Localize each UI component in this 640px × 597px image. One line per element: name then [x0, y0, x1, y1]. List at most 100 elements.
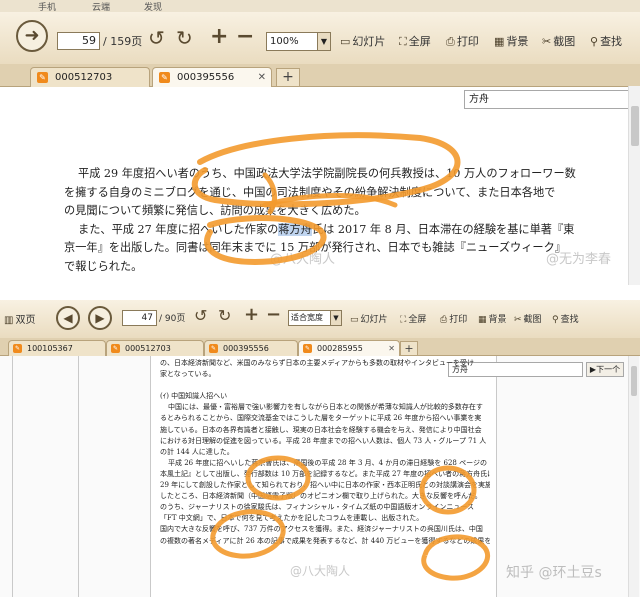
scrollbar-thumb[interactable] — [631, 106, 639, 146]
tab-document-active[interactable]: ✎ 000395556 ✕ — [152, 67, 272, 87]
print-icon: ⎙ — [440, 315, 448, 325]
page-number-input[interactable]: 59 — [57, 32, 100, 50]
search-input[interactable]: 方舟 — [464, 90, 630, 109]
zoom-out-icon[interactable]: − — [266, 304, 281, 325]
previous-page-button[interactable]: ◀ — [56, 306, 80, 330]
tab-document[interactable]: ✎ 000512703 — [106, 340, 204, 356]
pdf-file-icon: ✎ — [111, 344, 120, 353]
toolbar: ▥ 双页 ◀ ▶ 47 / 90页 ↺ ↻ + − 适合宽度 ▼ ▭ 幻灯片 ⛶ 全屏… — [0, 300, 640, 339]
tab-label: 000285955 — [317, 344, 363, 353]
watermark: @八大陶人 — [290, 564, 351, 578]
watermark: 知乎 @环土豆s — [506, 565, 602, 581]
background-button[interactable]: ▦ 背景 — [478, 312, 507, 325]
tool-label: 幻灯片 — [352, 35, 386, 48]
print-icon: ⎙ — [446, 35, 455, 48]
zoom-select[interactable]: 适合宽度 ▼ — [288, 310, 342, 326]
tool-label: 截图 — [523, 315, 542, 325]
tab-document[interactable]: ✎ 100105367 — [8, 340, 106, 356]
view-mode-button[interactable]: ▥ 双页 — [4, 311, 35, 326]
text-line: 「FT 中文網」で、日本で何を見て考えたかを記したコラムを連載し、出版された。 — [160, 514, 424, 523]
zoom-select[interactable]: 100% ▼ — [266, 32, 331, 51]
text-line: の見聞について頻繁に発信し、訪問の成果を大きく広めた。 — [64, 204, 366, 217]
next-page-button[interactable]: ▶ — [88, 306, 112, 330]
watermark: @八大陶人 — [270, 252, 336, 267]
scrollbar[interactable] — [628, 86, 640, 285]
fullscreen-icon: ⛶ — [399, 35, 407, 48]
screenshot-icon: ✂ — [542, 35, 552, 48]
rotate-left-icon[interactable]: ↺ — [194, 306, 207, 325]
text-line: るとみられることから、国際交流基金ではこうした層をターゲットに平成 26 年度か… — [160, 414, 482, 423]
new-tab-button[interactable]: + — [400, 341, 418, 356]
find-button[interactable]: ⚲ 查找 — [552, 312, 579, 325]
bottom-screenshot: ▥ 双页 ◀ ▶ 47 / 90页 ↺ ↻ + − 适合宽度 ▼ ▭ 幻灯片 ⛶ 全屏… — [0, 300, 640, 597]
text-span: 氏は 2017 年 8 月、日本滞在の経験を基に単著『東 — [311, 222, 575, 236]
text-line: 平成 26 年度に招へいした蒋宗曹氏は、帰国後の平成 28 年 3 月、4 か月… — [168, 458, 490, 467]
zoom-value: 适合宽度 — [291, 313, 323, 322]
tab-label: 000512703 — [125, 344, 171, 353]
close-icon[interactable]: ✕ — [258, 68, 266, 87]
background-button[interactable]: ▦ 背景 — [494, 33, 528, 49]
page-total: / 90页 — [159, 314, 186, 324]
tool-label: 幻灯片 — [360, 315, 388, 325]
rotate-right-icon[interactable]: ↻ — [218, 306, 231, 325]
text-line: 29 年にして創設した作家として知られており、招へい中に日本の作家・西本正明氏と… — [160, 481, 490, 490]
fullscreen-button[interactable]: ⛶ 全屏 — [399, 33, 431, 49]
tab-bar: ✎ 000512703 ✎ 000395556 ✕ + — [0, 64, 640, 87]
text-line: の計 144 人に達した。 — [160, 447, 234, 456]
tab-bar: ✎ 100105367 ✎ 000512703 ✎ 000395556 ✎ 000285… — [0, 338, 640, 356]
slideshow-icon: ▭ — [350, 315, 359, 325]
text-line: 家となっている。 — [160, 370, 216, 379]
zoom-out-icon[interactable]: − — [236, 24, 254, 49]
tab-label: 100105367 — [27, 344, 73, 353]
tab-document[interactable]: ✎ 000512703 — [30, 67, 150, 87]
tool-label: 全屏 — [408, 35, 431, 48]
tab-label: 000395556 — [177, 72, 235, 83]
document-text: の、日本経済新聞など、米国のみならず日本の主要メディアからも多数の取材やインタビ… — [160, 358, 490, 547]
text-line: したところ、日本経済新聞（中国語電子版）のオピニオン欄で取り上げられた。大きな反… — [160, 492, 482, 501]
text-line: 中国には、最優・富裕層で強い影響力を有しながら日本との関係が希薄な知識人が比較的… — [168, 403, 483, 412]
text-line: における対日理解の促進を図っている。平成 28 年度までの招へい人数は、個人 7… — [160, 436, 487, 445]
new-tab-button[interactable]: + — [276, 68, 300, 87]
tab-document-active[interactable]: ✎ 000285955 ✕ — [298, 340, 400, 356]
scrollbar-thumb[interactable] — [631, 366, 637, 396]
toolbar: ➜ 59 / 159页 ↺ ↻ + − 100% ▼ ▭ 幻灯片 ⛶ 全屏 ⎙ 打印 … — [0, 12, 640, 65]
pdf-file-icon: ✎ — [209, 344, 218, 353]
page-total: / 159页 — [103, 35, 143, 48]
close-icon[interactable]: ✕ — [388, 341, 395, 356]
zoom-in-icon[interactable]: + — [210, 24, 228, 49]
tab-document[interactable]: ✎ 000395556 — [204, 340, 298, 356]
tool-label: 背景 — [506, 35, 529, 48]
slideshow-icon: ▭ — [340, 35, 351, 48]
next-page-button[interactable]: ➜ — [16, 20, 48, 52]
screenshot-button[interactable]: ✂ 截图 — [542, 33, 575, 49]
text-line: を擁する自身のミニブログを通じ、中国の司法制度やその紛争解決制度について、また日… — [64, 185, 556, 199]
fullscreen-button[interactable]: ⛶ 全屏 — [400, 312, 426, 325]
button-label: 下一个 — [596, 365, 621, 374]
screenshot-button[interactable]: ✂ 截图 — [514, 312, 542, 325]
zoom-in-icon[interactable]: + — [244, 304, 259, 325]
page-number-input[interactable]: 47 — [122, 310, 157, 326]
find-button[interactable]: ⚲ 查找 — [590, 33, 622, 49]
background-icon: ▦ — [478, 315, 487, 325]
print-button[interactable]: ⎙ 打印 — [440, 312, 467, 325]
pdf-file-icon: ✎ — [13, 344, 22, 353]
chevron-down-icon: ▼ — [317, 33, 330, 50]
pdf-file-icon: ✎ — [159, 72, 170, 83]
section-heading: (ｲ) 中国知識人招へい — [160, 392, 228, 401]
chevron-down-icon: ▼ — [330, 311, 341, 325]
zoom-value: 100% — [270, 36, 299, 47]
tool-label: 背景 — [488, 315, 507, 325]
menu-bar: 手机 云端 发现 — [0, 0, 640, 13]
rotate-left-icon[interactable]: ↺ — [148, 26, 165, 50]
text-line: また、平成 27 年度に招へいした作家の蒋方舟氏は 2017 年 8 月、日本滞… — [64, 221, 576, 240]
scrollbar[interactable] — [628, 356, 639, 597]
print-button[interactable]: ⎙ 打印 — [446, 33, 479, 49]
text-line: のうち、ジャーナリストの徐家駿氏は、フィナンシャル・タイムズ紙の中国語版オンライ… — [160, 503, 475, 512]
slideshow-button[interactable]: ▭ 幻灯片 — [350, 312, 388, 325]
pdf-file-icon: ✎ — [37, 72, 48, 83]
tool-label: 打印 — [449, 315, 468, 325]
rotate-right-icon[interactable]: ↻ — [176, 26, 193, 50]
text-line — [160, 380, 490, 391]
slideshow-button[interactable]: ▭ 幻灯片 — [340, 33, 385, 49]
find-next-button[interactable]: ▶下一个 — [586, 362, 624, 377]
